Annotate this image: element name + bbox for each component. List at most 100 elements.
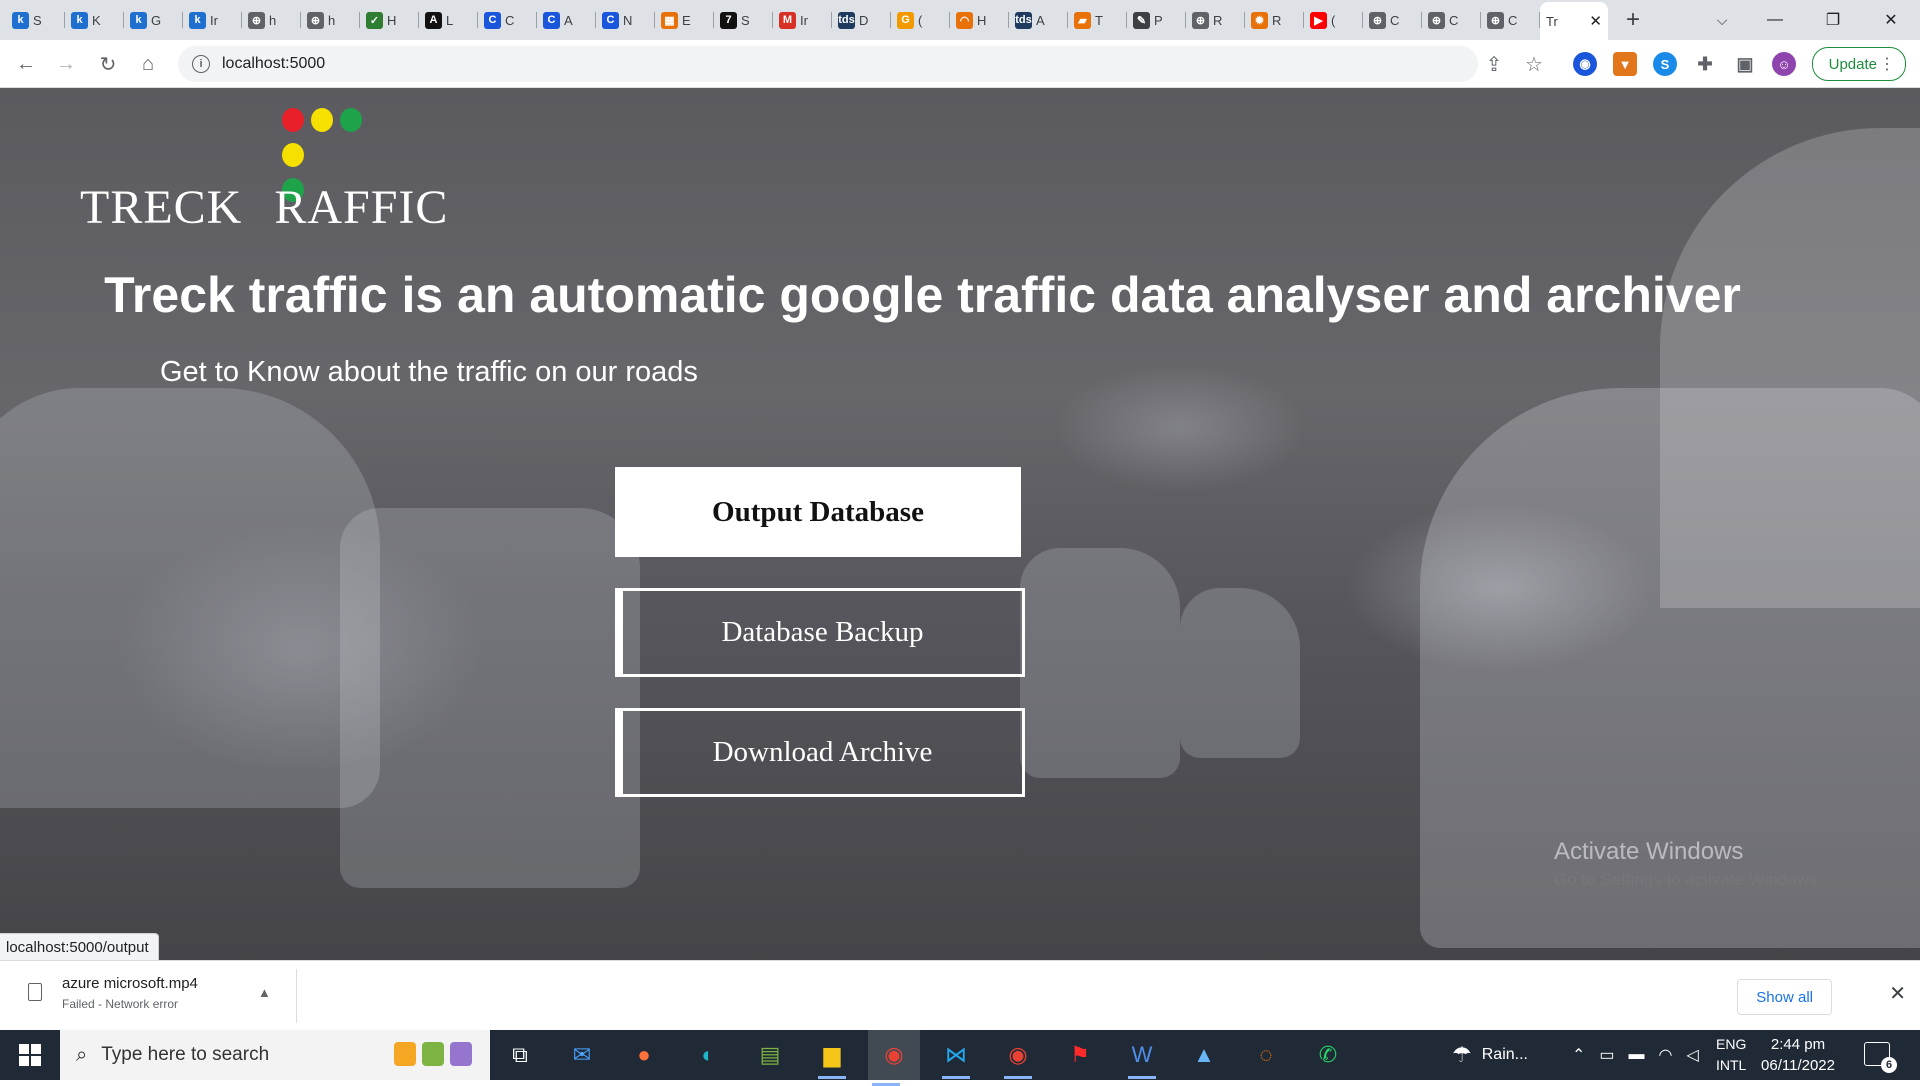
extension-circle-icon[interactable]: ◉ [1573,52,1597,76]
browser-tab[interactable]: 7S [714,3,773,37]
browser-tab[interactable]: ⊕ C [1481,3,1540,37]
browser-tab[interactable]: k Ir [183,3,242,37]
browser-tab[interactable]: CA [537,3,596,37]
chrome-icon[interactable]: ◉ [868,1030,920,1086]
background-car-shape [1660,128,1920,608]
address-url[interactable]: localhost:5000 [222,55,325,73]
devices-icon[interactable]: ▭ [1599,1045,1614,1065]
notification-center-icon[interactable]: 6 [1864,1042,1897,1073]
tab-title: A [1036,12,1045,28]
taskbar-clock[interactable]: 2:44 pm 06/11/2022 [1760,1034,1836,1076]
browser-tab[interactable]: ⊕ C [1363,3,1422,37]
close-icon[interactable]: ✕ [1889,981,1906,1006]
close-window-button[interactable]: ✕ [1862,0,1920,40]
new-tab-button[interactable]: + [1616,3,1650,37]
tab-favicon-icon: k [12,11,29,29]
browser-tab[interactable]: kK [65,3,124,37]
language-indicator[interactable]: ENG INTL [1716,1030,1746,1080]
background-car-shape [340,508,640,888]
tab-title: Ir [210,12,218,28]
speaker-icon[interactable]: ◁ [1687,1045,1699,1065]
file-icon [28,983,42,1001]
background-car-shape [0,388,380,808]
maximize-button[interactable]: ❐ [1804,0,1862,40]
download-item[interactable]: azure microsoft.mp4 Failed - Network err… [22,973,294,1019]
acrobat-icon[interactable]: ⚑ [1062,1037,1098,1073]
browser-tab[interactable]: tds A [1009,3,1068,37]
browser-tab[interactable]: ◠ H [950,3,1009,37]
app-icon[interactable]: ▤ [752,1037,788,1073]
weather-widget[interactable]: ☂ Rain... [1452,1030,1528,1080]
metamask-extension-icon[interactable]: ▼ [1613,52,1637,76]
chrome-profile-icon[interactable]: ◉ [1000,1037,1036,1079]
chevron-up-icon[interactable]: ⌃ [1572,1045,1585,1065]
bookmark-star-icon[interactable]: ☆ [1514,40,1554,88]
tab-title: L [446,12,454,28]
tab-close-icon[interactable]: ✕ [1589,12,1602,30]
mail-icon[interactable]: ✉ [564,1037,600,1073]
start-button[interactable] [0,1030,60,1080]
tab-title: H [977,12,987,28]
home-icon[interactable]: ⌂ [128,40,168,88]
browser-tab[interactable]: CN [596,3,655,37]
browser-tab[interactable]: ✓ H [360,3,419,37]
minimize-button[interactable]: — [1746,0,1804,40]
wifi-icon[interactable]: ◠ [1659,1045,1673,1065]
browser-tab[interactable]: ✎ P [1127,3,1186,37]
logo-text-left: TRECK [80,181,243,234]
task-view-icon[interactable]: ⧉ [502,1037,538,1073]
tab-title: Tr [1546,13,1558,29]
whatsapp-icon[interactable]: ✆ [1310,1037,1346,1073]
browser-tab[interactable]: ▦ E [655,3,714,37]
firefox-icon[interactable]: ● [626,1037,662,1073]
share-icon[interactable]: ⇪ [1474,40,1514,88]
browser-tab[interactable]: ⊕ h [301,3,360,37]
database-backup-button[interactable]: Database Backup [615,588,1025,677]
menu-dots-icon[interactable]: ⋮ [1879,54,1895,74]
browser-tab[interactable]: AL [419,3,478,37]
tab-favicon-icon: G [897,11,914,29]
taskbar-search[interactable]: ⌕ Type here to search [60,1030,490,1080]
tab-title: C [505,12,515,28]
browser-tab[interactable]: tds D [832,3,891,37]
site-info-icon[interactable]: i [192,55,210,73]
tab-title: S [741,12,750,28]
back-icon[interactable]: ← [6,40,46,88]
jupyter-icon[interactable]: ◌ [1248,1037,1284,1073]
profile-avatar[interactable]: ☺ [1772,52,1796,76]
show-all-button[interactable]: Show all [1737,979,1832,1015]
output-database-button[interactable]: Output Database [615,467,1021,557]
treck-traffic-logo[interactable]: TRECK RAFFIC [80,108,520,234]
browser-tab[interactable]: ⊕ h [242,3,301,37]
browser-tab[interactable]: ✹ R [1245,3,1304,37]
browser-tab[interactable]: ⊕ C [1422,3,1481,37]
chevron-up-icon[interactable]: ▲ [258,985,271,1000]
windows-taskbar: ⌕ Type here to search ⧉ ✉ ● ◐ ▤ ▆ ◉ ⋈ ◉ … [0,1030,1920,1086]
reload-icon[interactable]: ↻ [88,40,128,88]
tab-search-icon[interactable]: ⌵ [1702,0,1742,40]
update-button[interactable]: Update ⋮ [1811,47,1906,81]
download-archive-button[interactable]: Download Archive [615,708,1025,797]
browser-tab[interactable]: CC [478,3,537,37]
photos-icon[interactable]: ▲ [1186,1037,1222,1073]
vscode-icon[interactable]: ⋈ [938,1037,974,1079]
tab-title: N [623,12,633,28]
forward-icon[interactable]: → [46,40,86,88]
file-explorer-icon[interactable]: ▆ [814,1037,850,1079]
browser-tab[interactable]: ▶( [1304,3,1363,37]
tab-favicon-icon: k [130,11,147,29]
browser-tab[interactable]: M Ir [773,3,832,37]
browser-tab[interactable]: ▰ T [1068,3,1127,37]
browser-tab[interactable]: G( [891,3,950,37]
side-panel-icon[interactable]: ▣ [1733,52,1757,76]
browser-tab[interactable]: kG [124,3,183,37]
word-icon[interactable]: W [1124,1037,1160,1079]
browser-tab[interactable]: kS [6,3,65,37]
battery-icon[interactable]: ▬ [1629,1046,1645,1064]
sync-extension-icon[interactable]: S [1653,52,1677,76]
browser-tab[interactable]: ⊕ R [1186,3,1245,37]
extensions-puzzle-icon[interactable]: ✚ [1693,52,1717,76]
edge-icon[interactable]: ◐ [690,1037,726,1073]
address-bar[interactable]: i localhost:5000 [178,46,1478,82]
active-tab[interactable]: Tr ✕ [1540,2,1608,40]
